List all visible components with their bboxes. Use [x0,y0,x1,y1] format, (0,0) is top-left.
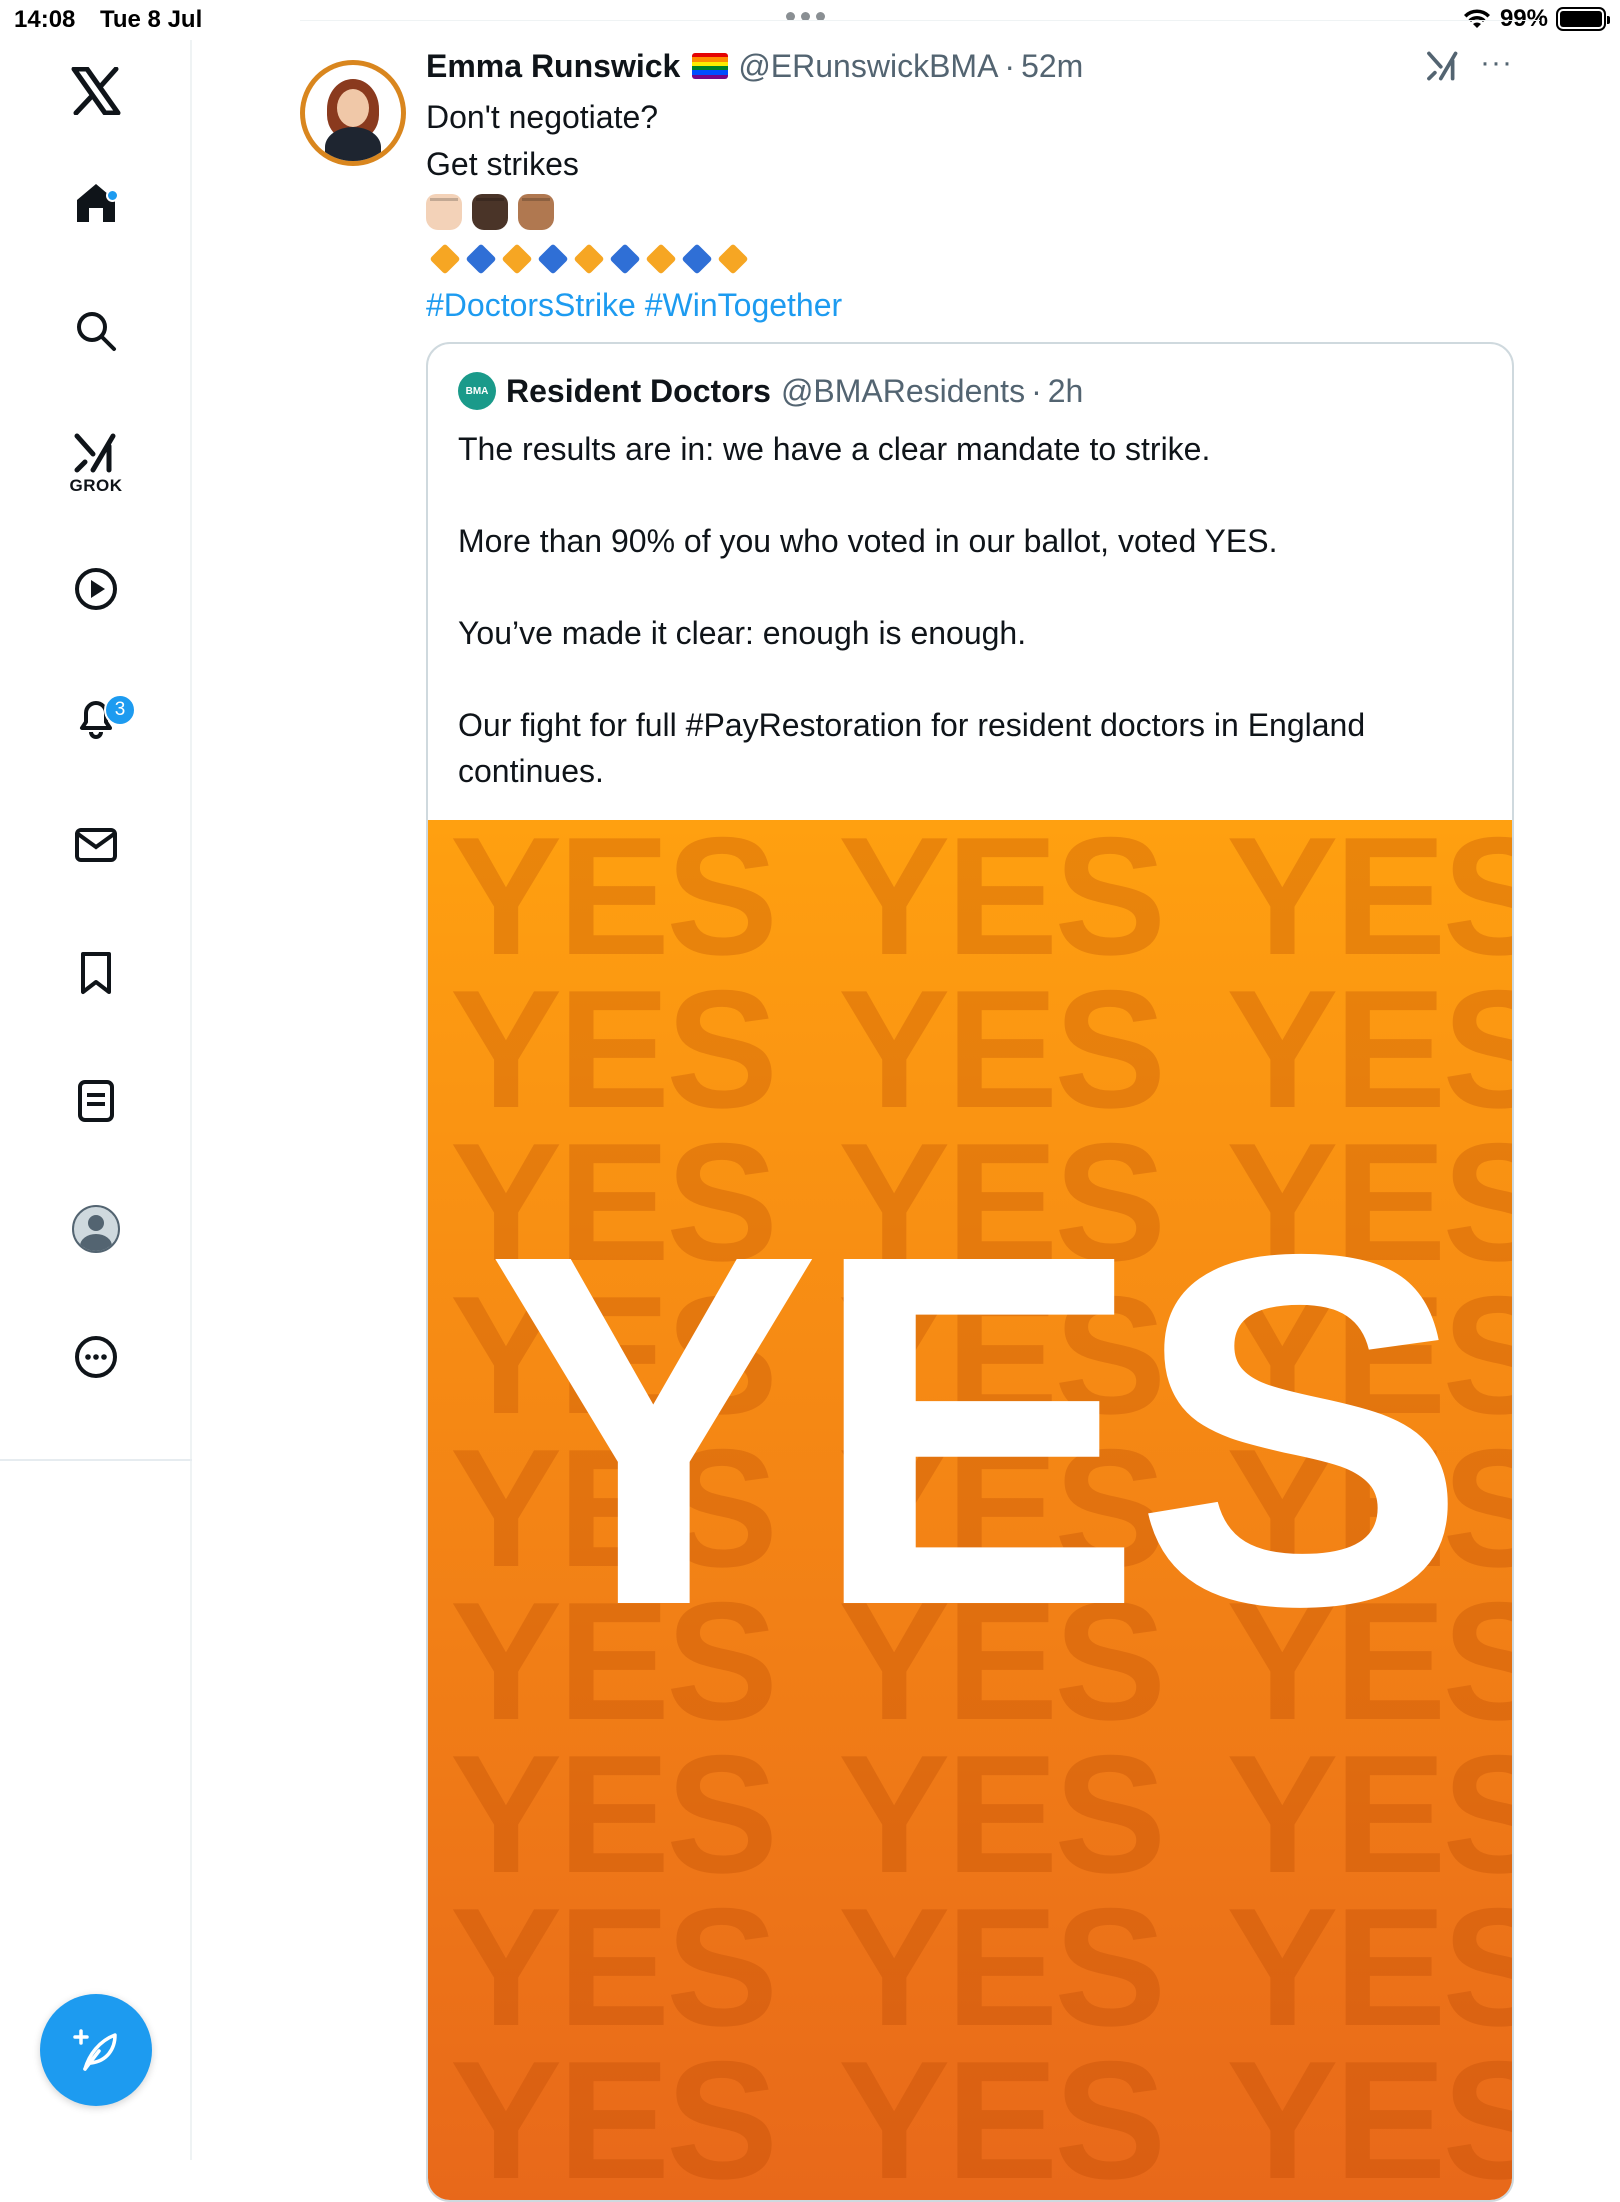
sidebar-item-video[interactable] [0,544,192,634]
raised-fist-dark-icon [472,193,508,230]
author-handle[interactable]: @ERunswickBMA [738,48,998,85]
quote-timestamp[interactable]: 2h [1048,373,1084,410]
blue-diamond-icon [537,242,569,275]
sidebar-item-bookmarks[interactable] [0,928,192,1018]
raised-fist-medium-icon [518,193,554,230]
compose-button[interactable] [40,1994,152,2106]
tweet-text: Don't negotiate? Get strikes #DoctorsStr… [426,94,1526,329]
status-right: 99% [1462,5,1610,33]
rainbow-flag-icon [692,53,729,79]
yes-pattern-row: YESYESYES [450,965,1512,1133]
orange-diamond-icon [717,242,749,275]
list-icon [78,1080,114,1122]
tweet-line: Get strikes [426,146,579,182]
tweet-header: Emma Runswick @ERunswickBMA · 52m [426,44,1083,88]
author-avatar[interactable] [300,60,406,166]
quote-media-image[interactable]: YESYESYESYESYESYESYESYESYESYESYESYESYESY… [428,820,1512,2200]
tweet-timestamp[interactable]: 52m [1021,48,1083,85]
x-logo-icon [71,67,121,115]
profile-avatar [72,1205,120,1253]
sidebar-item-home[interactable] [0,158,192,248]
yes-pattern-row: YESYESYES [450,1730,1512,1898]
tweet-line: Don't negotiate? [426,99,659,135]
battery-icon [1556,7,1610,31]
sidebar: GROK 3 [0,40,192,2160]
raised-fists-emoji [426,188,1526,235]
wifi-icon [1463,9,1490,28]
sidebar-item-lists[interactable] [0,1056,192,1146]
play-circle-icon [75,568,117,610]
search-icon [77,312,116,351]
sidebar-item-more[interactable] [0,1312,192,1402]
author-name[interactable]: Emma Runswick [426,48,680,85]
orange-diamond-icon [429,242,461,275]
notification-badge: 3 [104,694,136,726]
quote-paragraph: The results are in: we have a clear mand… [458,431,1211,467]
orange-diamond-icon [573,242,605,275]
orange-diamond-icon [501,242,533,275]
tweet-more-button[interactable]: ··· [1480,46,1513,80]
yes-headline: YES [486,1150,1468,1709]
blue-diamond-icon [609,242,641,275]
yes-pattern-row: YESYESYES [450,1883,1512,2051]
yes-pattern-row: YESYESYES [450,2036,1512,2200]
quote-paragraph: More than 90% of you who voted in our ba… [458,523,1278,559]
quote-avatar[interactable]: BMA [458,372,496,410]
grok-icon [74,433,116,473]
quote-author-name[interactable]: Resident Doctors [506,373,771,410]
blue-diamond-icon [465,242,497,275]
home-unread-dot [106,189,119,202]
quote-author-handle[interactable]: @BMAResidents [781,373,1025,410]
orange-diamond-icon [645,242,677,275]
yes-pattern-row: YESYESYES [450,820,1512,980]
sidebar-item-notifications[interactable]: 3 [0,672,192,762]
sidebar-item-messages[interactable] [0,800,192,890]
sidebar-item-grok[interactable]: GROK [0,412,192,516]
yes-pattern-word: YES [450,2026,778,2202]
header-separator: · [1004,47,1016,84]
more-circle-icon [75,1336,117,1378]
quote-paragraph: Our fight for full #PayRestoration for r… [458,707,1366,789]
sidebar-item-explore[interactable] [0,286,192,376]
quoted-tweet[interactable]: BMA Resident Doctors @BMAResidents · 2h … [426,342,1514,2202]
quote-text: The results are in: we have a clear mand… [458,426,1488,794]
x-logo-link[interactable] [0,46,192,136]
bookmark-icon [81,952,111,994]
grok-icon [1427,51,1458,81]
yes-pattern-word: YES [1226,2026,1512,2202]
grok-label: GROK [69,476,123,495]
top-divider [300,20,1540,21]
sidebar-divider [0,1459,192,1461]
quote-paragraph: You’ve made it clear: enough is enough. [458,615,1027,651]
tweet-hashtags[interactable]: #DoctorsStrike #WinTogether [426,282,1526,329]
quote-header: BMA Resident Doctors @BMAResidents · 2h [458,372,1083,410]
sidebar-item-profile[interactable] [0,1184,192,1274]
battery-percent: 99% [1499,5,1548,32]
blue-diamond-icon [681,242,713,275]
grok-explain-button[interactable] [1426,50,1460,87]
quote-separator: · [1031,372,1042,409]
diamonds-emoji [426,235,1526,282]
yes-pattern-word: YES [838,2026,1166,2202]
home-icon [77,184,115,222]
compose-feather-icon [73,2029,117,2071]
raised-fist-light-icon [426,193,462,230]
status-date: Tue 8 Jul [100,6,203,33]
status-time: 14:08 [14,6,76,33]
mail-icon [75,828,117,862]
